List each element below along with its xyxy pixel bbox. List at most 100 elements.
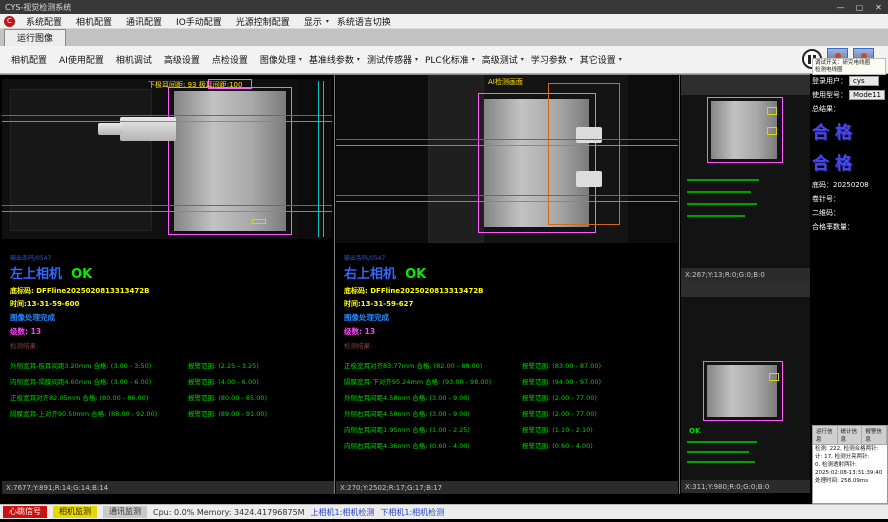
cpu-memory-text: Cpu: 0.0% Memory: 3424.41796875M xyxy=(153,508,305,517)
process-done-line: 图像处理完成 xyxy=(344,312,674,323)
pixel-coordinate-text: X:267;Y:13;R:0;G:0;B:0 xyxy=(685,271,765,279)
toolbar-advanced-settings[interactable]: 高级设置 xyxy=(159,53,205,66)
measure-line xyxy=(2,115,332,116)
divider xyxy=(334,74,335,494)
menu-item-system-config[interactable]: 系统配置 xyxy=(20,15,68,28)
stats-line: 计: 17, 检测分亮两针: xyxy=(813,453,887,461)
camera-monitor-indicator: 相机监测 xyxy=(53,506,97,518)
middle-camera-image[interactable]: AI检测画面 xyxy=(336,75,678,243)
measurement-value: 隔膜宽耳-上对齐90.50mm 合格: (88.00 - 92.00) xyxy=(10,408,188,418)
machine-structure xyxy=(428,75,484,243)
preview-top[interactable] xyxy=(681,75,810,268)
measurement-row: 正极宽耳对齐82.05mm 合格: (80.00 - 86.00) 报警范围: … xyxy=(10,392,330,402)
debug-note-line1: 调试开关：研究电线圈 xyxy=(815,60,883,67)
left-camera-image[interactable]: 下极耳间距: 93 极耳间距:100 xyxy=(2,79,332,239)
maximize-button[interactable]: ▢ xyxy=(850,0,869,14)
stats-tab-alarm[interactable]: 报警信息 xyxy=(862,426,887,444)
measurement-value: 正极宽耳对齐83.77mm 合格: (82.00 - 88.00) xyxy=(344,360,522,370)
left-camera-panel[interactable]: 下极耳间距: 93 极耳间距:100 输出条码/0547 左上相机 OK 底标码… xyxy=(2,75,334,494)
ai-overlay-text: AI检测画面 xyxy=(488,77,523,87)
tab-marker xyxy=(769,373,779,381)
debug-note: 调试开关：研究电线圈 检测电线圈 xyxy=(812,58,886,75)
toolbar-camera-debug[interactable]: 相机调试 xyxy=(111,53,157,66)
barcode-line: 底标码: DFFline2025020813313472B xyxy=(10,286,330,296)
window-title: CYS-视觉检测系统 xyxy=(5,2,71,13)
toolbar-baseline-params[interactable]: 基准线参数 xyxy=(304,53,359,66)
preview-column: X:267;Y:13;R:0;G:0;B:0 OK X:311;Y:980;R:… xyxy=(681,75,810,493)
barcode-line: 底标码: DFFline2025020813313472B xyxy=(344,286,674,296)
debug-note-line2: 检测电线圈 xyxy=(815,67,883,74)
chevron-down-icon: ▾ xyxy=(619,56,622,63)
minimize-button[interactable]: — xyxy=(831,0,850,14)
measurement-row: 外侧左耳间距4.58mm 合格: (3.00 - 9.00) 报警范围: (2.… xyxy=(344,392,674,402)
machine-structure xyxy=(10,89,152,231)
output-barcode-line: 输出条码/0547 xyxy=(344,253,674,262)
camera-name: 右上相机 xyxy=(344,267,396,282)
close-button[interactable]: ✕ xyxy=(869,0,888,14)
preview-bottom[interactable]: OK xyxy=(681,281,810,480)
result-text-line xyxy=(687,461,755,463)
menu-item-comm-config[interactable]: 通讯配置 xyxy=(120,15,168,28)
stats-tab-run[interactable]: 运行信息 xyxy=(813,426,838,444)
tab-run-image[interactable]: 运行图像 xyxy=(4,29,66,46)
toolbar-advanced-test[interactable]: 高级测试 xyxy=(477,53,523,66)
measurement-row: 正极宽耳对齐83.77mm 合格: (82.00 - 88.00) 报警范围: … xyxy=(344,360,674,370)
measurement-value: 隔膜宽耳-下对齐95.24mm 合格: (93.00 - 98.00) xyxy=(344,376,522,386)
alarm-range: 报警范围: (2.00 - 77.00) xyxy=(522,392,597,402)
machine-structure xyxy=(298,79,332,239)
status-bar: 心跳信号 相机监测 通讯监测 Cpu: 0.0% Memory: 3424.41… xyxy=(0,504,888,519)
stats-tab-statistics[interactable]: 统计信息 xyxy=(838,426,863,444)
menu-item-display[interactable]: 显示 xyxy=(298,15,328,28)
pixel-coordinate-text: X:311;Y:980;R:0;G:0;B:0 xyxy=(685,483,769,491)
menu-item-io-manual[interactable]: IO手动配置 xyxy=(170,15,228,28)
tab-strip: 运行图像 xyxy=(0,29,888,46)
result-ok-badge: OK xyxy=(689,427,700,435)
toolbar-learn-params[interactable]: 学习参数 xyxy=(526,53,572,66)
pass-rate-label: 合格率数量： xyxy=(812,222,888,232)
camera-name: 左上相机 xyxy=(10,267,62,282)
alarm-range: 报警范围: (2.25 - 3.25) xyxy=(188,360,259,370)
right-sidebar: 登录用户： cys 使用型号： Mode11 总结果： 合格 合格 底码：202… xyxy=(812,76,888,424)
comm-monitor-indicator: 通讯监测 xyxy=(103,506,147,518)
toolbar-plc-standard[interactable]: PLC化标准 xyxy=(420,53,474,66)
process-done-line: 图像处理完成 xyxy=(10,312,330,323)
login-user-value[interactable]: cys xyxy=(849,76,879,86)
camera-top-status: 上相机1:相机检测 xyxy=(311,507,375,518)
result-text-line xyxy=(687,441,757,443)
alarm-range: 报警范围: (80.00 - 85.00) xyxy=(188,392,267,402)
middle-camera-panel[interactable]: AI检测画面 输出条码/0547 右上相机 OK 底标码: DFFline202… xyxy=(336,75,678,494)
alarm-range: 报警范围: (1.10 - 2.10) xyxy=(522,424,593,434)
reel-number-label: 卷针号： xyxy=(812,194,888,204)
measure-line xyxy=(2,121,332,122)
model-value[interactable]: Mode11 xyxy=(849,90,885,100)
toolbar-spot-check[interactable]: 点检设置 xyxy=(207,53,253,66)
total-result-value: 合格 xyxy=(812,149,888,174)
toolbar-image-process[interactable]: 图像处理 xyxy=(255,53,301,66)
chevron-down-icon: ▾ xyxy=(472,56,475,63)
total-result-label: 总结果： xyxy=(812,104,888,114)
result-text-line xyxy=(687,215,745,217)
measure-line xyxy=(2,211,332,212)
menu-item-light-control[interactable]: 光源控制配置 xyxy=(230,15,296,28)
toolbar-camera-config[interactable]: 相机配置 xyxy=(6,53,52,66)
measure-line xyxy=(336,145,678,146)
stats-line: 处理时间: 258.09ms xyxy=(813,477,887,485)
app-logo-icon: C xyxy=(4,16,15,27)
menu-item-language[interactable]: 系统语言切换 xyxy=(331,15,397,28)
toolbar-ai-config[interactable]: AI使用配置 xyxy=(54,53,109,66)
machine-structure xyxy=(681,281,810,297)
menu-item-camera-config[interactable]: 相机配置 xyxy=(70,15,118,28)
time-line: 时间:13-31-59-627 xyxy=(344,299,674,309)
measurement-value: 外侧宽耳-极耳间距3.20mm 合格: (3.00 - 3.50) xyxy=(10,360,188,370)
chevron-down-icon: ▾ xyxy=(326,18,329,25)
measure-line xyxy=(2,205,332,206)
measurement-value: 外侧左耳间距4.58mm 合格: (3.00 - 9.00) xyxy=(344,392,522,402)
toolbar-test-sensor[interactable]: 测试传感器 xyxy=(362,53,417,66)
toolbar-other-settings[interactable]: 其它设置 xyxy=(575,53,621,66)
level-line: 级数: 13 xyxy=(10,326,330,337)
measurement-row: 外侧右耳间距4.58mm 合格: (3.00 - 9.00) 报警范围: (2.… xyxy=(344,408,674,418)
measurement-value: 内侧右耳间距4.36mm 合格: (0.60 - 4.00) xyxy=(344,440,522,450)
measurement-row: 内侧左耳间距1.95mm 合格: (1.00 - 2.25) 报警范围: (1.… xyxy=(344,424,674,434)
model-label: 使用型号： xyxy=(812,90,847,100)
measurement-value: 内侧左耳间距1.95mm 合格: (1.00 - 2.25) xyxy=(344,424,522,434)
